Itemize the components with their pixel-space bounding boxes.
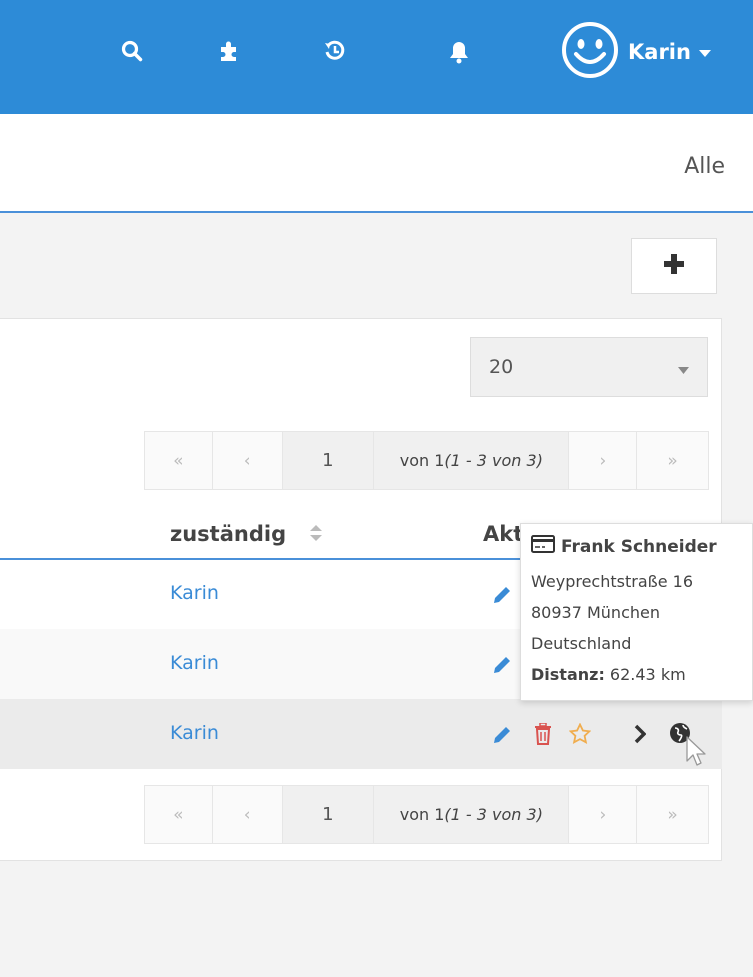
per-page-value: 20 [489,356,514,378]
last-page-button[interactable]: » [637,786,708,843]
first-page-button[interactable]: « [145,786,213,843]
dropdown-arrow-icon [678,360,689,379]
page-info-prefix: von 1 [399,451,445,470]
mouse-cursor-icon [686,736,708,774]
puzzle-icon[interactable] [218,39,242,67]
address-city: 80937 München [531,603,660,622]
column-header-actions: Akt [483,522,524,546]
next-page-button[interactable]: › [569,432,638,489]
prev-page-button[interactable]: ‹ [213,432,283,489]
prev-page-button[interactable]: ‹ [213,786,283,843]
assignee-link[interactable]: Karin [170,722,219,744]
pencil-icon[interactable] [492,725,512,749]
smiley-avatar-icon [560,20,620,84]
pencil-icon[interactable] [492,655,512,679]
page-info-range: (1 - 3 von 3) [444,451,543,470]
contact-name: Frank Schneider [561,536,717,557]
pencil-icon[interactable] [492,585,512,609]
plus-icon [663,253,685,279]
current-page[interactable]: 1 [282,786,375,843]
last-page-button[interactable]: » [637,432,708,489]
tooltip-title: Frank Schneider [531,534,752,559]
assignee-link[interactable]: Karin [170,582,219,604]
user-menu-button[interactable]: Karin [560,22,711,82]
add-button[interactable] [631,238,717,294]
current-page[interactable]: 1 [282,432,375,489]
search-icon[interactable] [121,40,143,66]
caret-down-icon [698,43,711,62]
filter-all-tab[interactable]: Alle [684,154,725,179]
assignee-link[interactable]: Karin [170,652,219,674]
column-header-assignee[interactable]: zuständig [170,522,286,546]
distance: Distanz: 62.43 km [531,659,752,690]
page-info-prefix: von 1 [399,805,445,824]
address-country: Deutschland [531,634,632,653]
history-icon[interactable] [324,40,346,66]
first-page-button[interactable]: « [145,432,213,489]
trash-icon[interactable] [534,722,552,749]
pagination-top: « ‹ 1 von 1 (1 - 3 von 3) › » [144,431,709,490]
distance-label: Distanz: [531,665,605,684]
table-row[interactable]: Karin [0,699,722,769]
star-icon[interactable] [568,722,592,749]
page-info: von 1 (1 - 3 von 3) [374,432,570,489]
page-info-range: (1 - 3 von 3) [444,805,543,824]
distance-value: 62.43 km [604,665,686,684]
per-page-select[interactable]: 20 [470,337,708,397]
top-navbar: Karin [0,0,753,114]
sort-icon[interactable] [310,525,322,545]
id-card-icon [531,534,561,559]
user-name: Karin [628,40,691,64]
next-page-button[interactable]: › [569,786,638,843]
pagination-bottom: « ‹ 1 von 1 (1 - 3 von 3) › » [144,785,709,844]
bell-icon[interactable] [448,40,470,68]
address-tooltip: Frank Schneider Weyprechtstraße 16 80937… [520,523,753,701]
header-panel: Alle [0,114,753,213]
page-info: von 1 (1 - 3 von 3) [374,786,570,843]
chevron-right-icon[interactable] [634,724,647,748]
address-street: Weyprechtstraße 16 [531,572,693,591]
